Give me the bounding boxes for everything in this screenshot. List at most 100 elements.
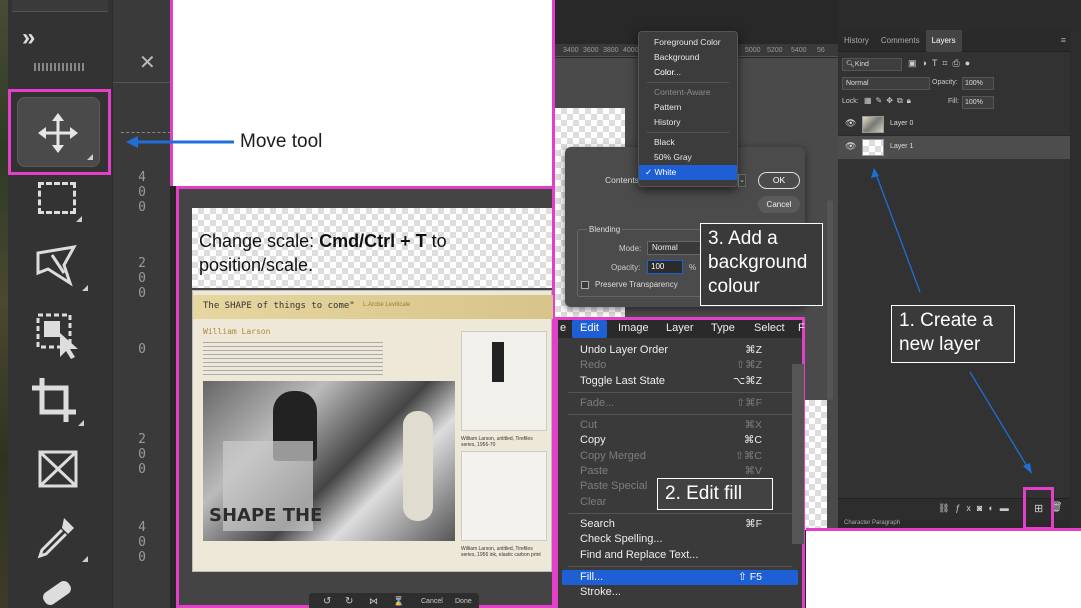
doc-title-bar: The SHAPE of things to come" L.Arcbe Lev… [193,295,553,319]
move-tool-icon [38,113,78,153]
done-transform-button[interactable]: Done [455,598,472,605]
new-layer-highlight [1023,487,1054,530]
preserve-transparency-label: Preserve Transparency [595,280,678,289]
edit-menu-item[interactable]: Find and Replace Text... [558,548,802,563]
dropdown-item[interactable]: Black [639,135,737,150]
collapse-panel-icon[interactable]: » [22,24,35,52]
cancel-transform-button[interactable]: Cancel [421,598,443,605]
footer-icons[interactable]: ⛓ƒx◙◐▬ [938,503,1015,514]
healing-tool-icon [43,581,71,605]
dropdown-item[interactable]: History [639,115,737,130]
blank-area [806,528,1081,608]
blend-mode-select[interactable]: Normal [842,77,930,90]
tab-paragraph[interactable]: Paragraph [872,520,900,526]
change-scale-suffix: to [426,231,447,251]
marquee-tool-icon [38,182,76,214]
edit-menu-item-label: Cut [580,419,598,432]
edit-menu-item[interactable]: Copy ⌘C [558,433,802,448]
crop-tool-button[interactable] [30,376,84,426]
panel-menu-icon[interactable]: ≡ [1061,35,1066,45]
fill-field[interactable]: 100% [962,96,994,109]
document-preview: The SHAPE of things to come" L.Arcbe Lev… [192,290,553,572]
edit-menu-item-label: Fill... [580,570,604,583]
opacity-input[interactable]: 100 [647,260,683,274]
edit-menu-item-label: Copy Merged [580,449,647,462]
move-tool-button[interactable] [17,97,100,167]
layer-name[interactable]: Layer 1 [890,143,913,150]
edit-menu-item: Fade... ⇧⌘F [558,396,802,411]
visibility-eye-icon[interactable]: 👁︎ [845,141,856,152]
frame-tool-icon [38,450,78,488]
tab-character[interactable]: Character [844,520,870,526]
dropdown-item[interactable]: Color... [639,65,737,80]
undo-icon[interactable]: ↺ [323,596,331,607]
redo-icon[interactable]: ↻ [345,596,353,607]
layer-row[interactable]: 👁︎ Layer 0 [838,113,1070,136]
dropdown-item[interactable]: Background Color [639,50,737,77]
cancel-button[interactable]: Cancel [758,196,800,213]
preserve-transparency-checkbox[interactable] [581,281,589,289]
close-icon[interactable]: ✕ [139,50,156,75]
layer-name[interactable]: Layer 0 [890,120,913,127]
figure-shape [403,411,433,521]
edit-menu-item[interactable]: Check Spelling... [558,532,802,547]
opacity-label: Opacity: [611,263,641,272]
background-edge [792,364,804,544]
dropdown-arrow-icon[interactable]: ⌄ [738,174,746,187]
mode-select[interactable]: Normal [647,241,705,255]
edit-menu-item[interactable]: Search ⌘F [558,517,802,532]
menu-edit[interactable]: Edit [572,320,607,338]
dropdown-item-selected[interactable]: ✓ White [639,165,737,180]
edit-menu-item-label: Paste [580,465,609,478]
frame-tool-button[interactable] [36,448,86,492]
lasso-tool-icon [36,245,77,287]
shortcut-label: ⇧⌘Z [736,359,762,372]
menu-separator [568,512,792,514]
edit-menu-item[interactable]: Stroke... [558,585,802,600]
layer-thumbnail [862,139,884,156]
scrollbar[interactable] [827,200,833,400]
visibility-eye-icon[interactable]: 👁︎ [845,118,856,129]
menu-layer[interactable]: Layer [666,322,694,334]
shortcut-text: Cmd/Ctrl + T [319,231,427,251]
ok-button[interactable]: OK [758,172,800,189]
edit-menu-item[interactable]: Fill... ⇧ F5 [562,569,798,586]
edit-menu-item[interactable]: Undo Layer Order ⌘Z [558,343,802,358]
filter-icons[interactable]: ▣◑T⌗⎙● [908,58,975,69]
menu-image[interactable]: Image [618,322,649,334]
dropdown-item[interactable]: Foreground Color [639,35,737,50]
healing-tool-button[interactable] [34,580,88,608]
caption-right: William Larson, untitled, Tirefiles seri… [461,436,533,448]
tab-comments[interactable]: Comments [875,30,926,52]
connector-lines [871,168,1032,474]
canvas-panel: Change scale: Cmd/Ctrl + T to position/s… [176,186,555,608]
edit-menu-item[interactable]: Toggle Last State ⌥⌘Z [558,374,802,389]
vertical-ruler: ✕ 4 0 0 2 0 0 0 2 0 0 4 0 0 [112,0,171,608]
menu-item[interactable]: e [560,322,566,334]
panel-grip[interactable] [34,63,84,71]
dropdown-item[interactable]: Pattern [639,100,737,115]
tab-history[interactable]: History [838,30,875,52]
layer-row-selected[interactable]: 👁︎ Layer 1 [838,136,1070,159]
opacity-field[interactable]: 100% [962,77,994,90]
tool-group-indicator [82,285,88,291]
tab-layers[interactable]: Layers [925,30,962,52]
edit-menu-panel: e Edit Image Layer Type Select F Undo La… [555,317,805,608]
menu-type[interactable]: Type [711,322,735,334]
dropdown-item[interactable]: 50% Gray [639,150,737,165]
lasso-tool-button[interactable] [34,243,88,291]
eyedropper-tool-button[interactable] [34,514,88,562]
flip-icon[interactable]: ⋈ [369,596,378,607]
edit-menu-item-label: Copy [580,434,606,447]
transform-bar: ↺ ↻ ⋈ ⌛ Cancel Done [309,593,479,608]
menu-select[interactable]: Select [754,322,785,334]
object-selection-tool-button[interactable] [34,311,88,361]
menu-filter[interactable]: F [798,322,805,334]
body-text-lines [203,339,383,375]
warp-icon[interactable]: ⌛ [393,596,404,607]
marquee-tool-button[interactable] [34,178,82,222]
kind-filter[interactable]: 🔍︎Kind [842,58,902,71]
ruler-divider [113,82,171,83]
lock-icons[interactable]: ▦✎✥⧉🔒︎ [864,96,915,106]
ruler-label: 56 [817,47,825,54]
